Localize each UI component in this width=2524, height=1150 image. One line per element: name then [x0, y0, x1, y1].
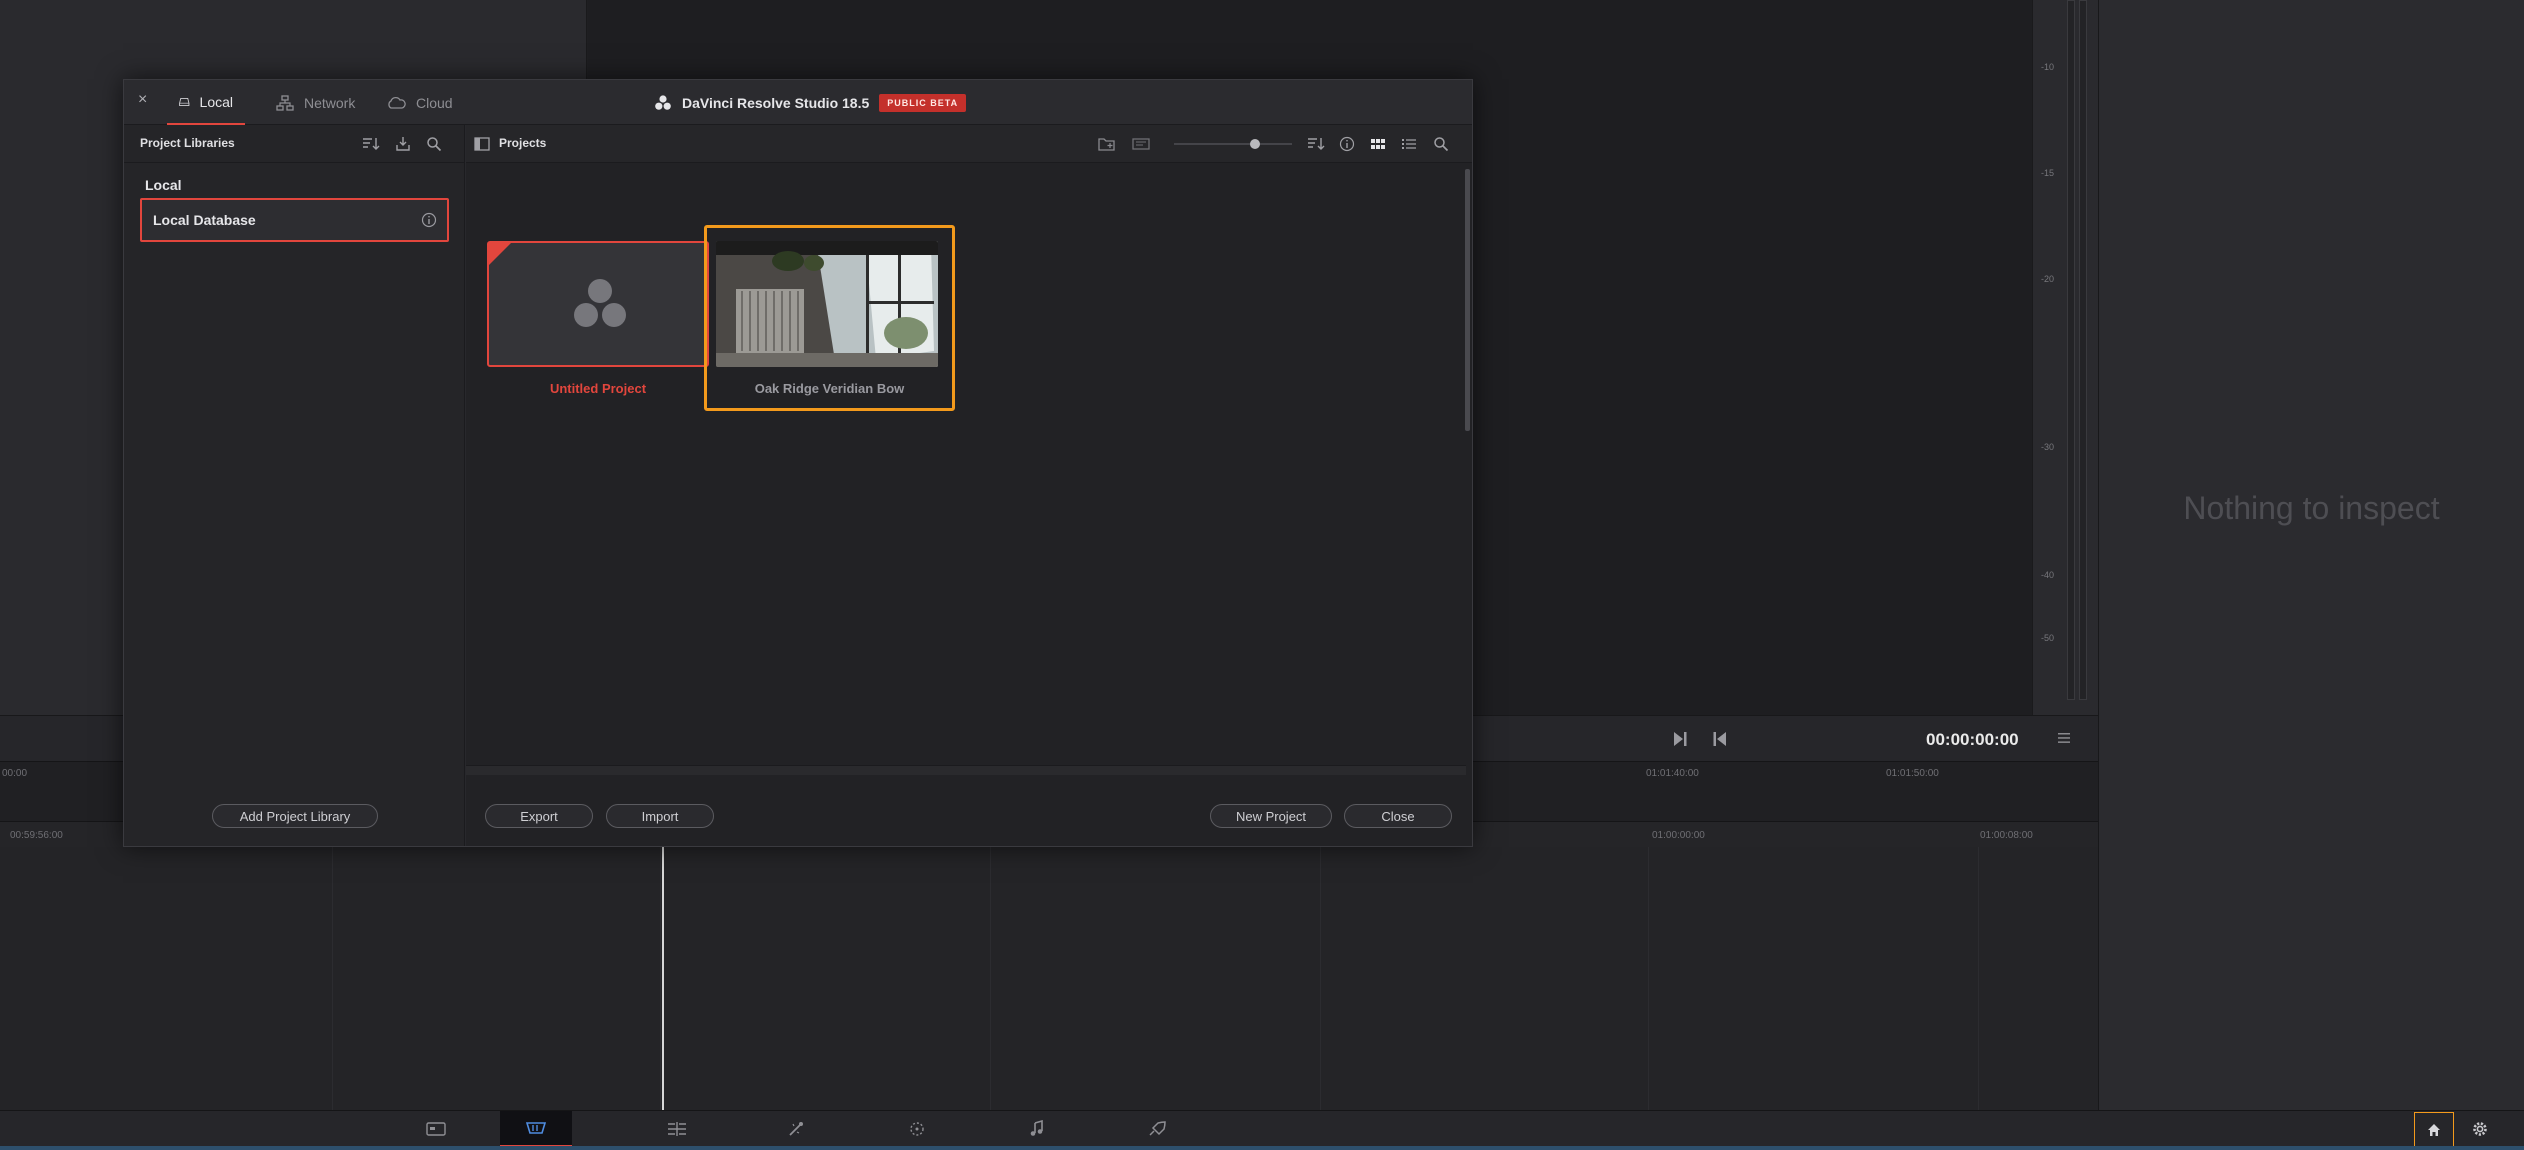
- close-dialog-button[interactable]: ×: [138, 91, 147, 109]
- sort-icon[interactable]: [362, 136, 380, 152]
- left-footer: Add Project Library: [124, 790, 465, 846]
- dialog-title: DaVinci Resolve Studio 18.5 PUBLIC BETA: [654, 80, 967, 125]
- close-button[interactable]: Close: [1344, 804, 1452, 828]
- network-icon: [276, 94, 294, 111]
- local-database-item[interactable]: Local Database: [140, 198, 449, 242]
- tab-cloud[interactable]: Cloud: [386, 80, 453, 125]
- meter-tick: -20: [2041, 274, 2055, 284]
- tab-label: Local: [199, 93, 233, 110]
- grid-view-icon[interactable]: [1370, 136, 1386, 152]
- tab-local[interactable]: Local: [167, 80, 245, 125]
- meter-bar-right: [2079, 0, 2087, 700]
- ruler-timecode: 00:59:56:00: [10, 830, 63, 841]
- meter-tick: -40: [2041, 570, 2055, 580]
- project-name[interactable]: Untitled Project: [487, 381, 709, 396]
- ruler-timecode: 01:00:00:00: [1652, 830, 1705, 841]
- zoom-slider-handle[interactable]: [1250, 139, 1260, 149]
- davinci-logo-icon: [574, 279, 626, 327]
- audio-meters: -10 -15 -20 -30 -40 -50: [2032, 0, 2098, 715]
- import-library-icon[interactable]: [395, 136, 411, 152]
- info-icon[interactable]: [1339, 136, 1355, 152]
- page-navigation-bar: [0, 1110, 2524, 1150]
- home-button[interactable]: [2414, 1112, 2454, 1148]
- new-folder-icon[interactable]: [1098, 136, 1116, 152]
- sort-icon[interactable]: [1307, 136, 1325, 152]
- database-name: Local Database: [153, 212, 256, 228]
- tab-label: Network: [304, 94, 356, 111]
- davinci-logo-icon: [655, 94, 671, 110]
- timecode-display: 00:00:00:00: [1926, 730, 2019, 749]
- media-card-icon[interactable]: [1132, 136, 1150, 152]
- next-frame-icon[interactable]: [1670, 729, 1690, 749]
- meter-tick: -10: [2041, 62, 2055, 72]
- ruler-timecode: 01:01:40:00: [1646, 768, 1699, 779]
- edit-page-icon[interactable]: [641, 1111, 713, 1147]
- add-project-library-button[interactable]: Add Project Library: [212, 804, 378, 828]
- viewer-options-icon[interactable]: [2056, 730, 2072, 746]
- project-manager-dialog: × Local Network Cloud DaVinci Resolve St…: [123, 79, 1473, 847]
- import-button[interactable]: Import: [606, 804, 714, 828]
- projects-title: Projects: [499, 136, 547, 150]
- ruler-timecode: 00:00: [2, 768, 28, 779]
- settings-gear-icon[interactable]: [2470, 1119, 2490, 1139]
- ruler-timecode: 01:01:50:00: [1886, 768, 1939, 779]
- tab-label: Cloud: [416, 94, 453, 111]
- previous-frame-icon[interactable]: [1710, 729, 1730, 749]
- library-group-label: Local: [145, 177, 182, 193]
- cut-page-icon[interactable]: [500, 1111, 572, 1147]
- search-icon[interactable]: [1433, 136, 1449, 152]
- tab-network[interactable]: Network: [276, 80, 355, 125]
- new-project-button[interactable]: New Project: [1210, 804, 1332, 828]
- projects-panel: Projects Untitled Project Oak Ridge Veri…: [466, 125, 1472, 846]
- export-button[interactable]: Export: [485, 804, 593, 828]
- project-libraries-panel: Project Libraries Local Local Database A…: [124, 125, 465, 846]
- project-libraries-title: Project Libraries: [140, 136, 235, 150]
- fairlight-page-icon[interactable]: [1001, 1111, 1073, 1147]
- app-title-text: DaVinci Resolve Studio 18.5: [682, 94, 870, 111]
- fusion-page-icon[interactable]: [760, 1111, 832, 1147]
- dialog-titlebar: × Local Network Cloud DaVinci Resolve St…: [124, 80, 1472, 125]
- playhead[interactable]: [662, 846, 664, 1110]
- meter-tick: -30: [2041, 442, 2055, 452]
- info-icon[interactable]: [421, 212, 437, 228]
- public-beta-badge: PUBLIC BETA: [879, 93, 967, 112]
- deliver-page-icon[interactable]: [1121, 1111, 1193, 1147]
- project-name[interactable]: Oak Ridge Veridian Bow: [704, 381, 955, 396]
- color-page-icon[interactable]: [881, 1111, 953, 1147]
- media-page-icon[interactable]: [400, 1111, 472, 1147]
- list-view-icon[interactable]: [1401, 136, 1417, 152]
- search-icon[interactable]: [426, 136, 442, 152]
- meter-bar-left: [2067, 0, 2075, 700]
- projects-horizontal-scrollbar[interactable]: [466, 765, 1466, 775]
- projects-scrollbar[interactable]: [1465, 169, 1470, 431]
- projects-header: Projects: [466, 125, 1472, 163]
- drive-icon: [179, 97, 190, 106]
- toggle-sidebar-icon[interactable]: [474, 136, 490, 152]
- inspector-panel: Nothing to inspect: [2098, 0, 2524, 1110]
- thumbnail-zoom-slider[interactable]: [1174, 143, 1292, 145]
- status-strip: [0, 1146, 2524, 1150]
- home-icon: [2428, 1124, 2440, 1136]
- project-thumbnail[interactable]: [716, 241, 938, 367]
- inspector-empty-text: Nothing to inspect: [2183, 490, 2440, 526]
- meter-tick: -15: [2041, 168, 2055, 178]
- cloud-icon: [388, 96, 406, 109]
- ruler-timecode: 01:00:08:00: [1980, 830, 2033, 841]
- meter-tick: -50: [2041, 633, 2055, 643]
- current-project-flag-icon: [489, 243, 511, 265]
- project-libraries-header: Project Libraries: [124, 125, 465, 163]
- timeline-track-area[interactable]: [0, 847, 2098, 1110]
- project-thumbnail[interactable]: [487, 241, 709, 367]
